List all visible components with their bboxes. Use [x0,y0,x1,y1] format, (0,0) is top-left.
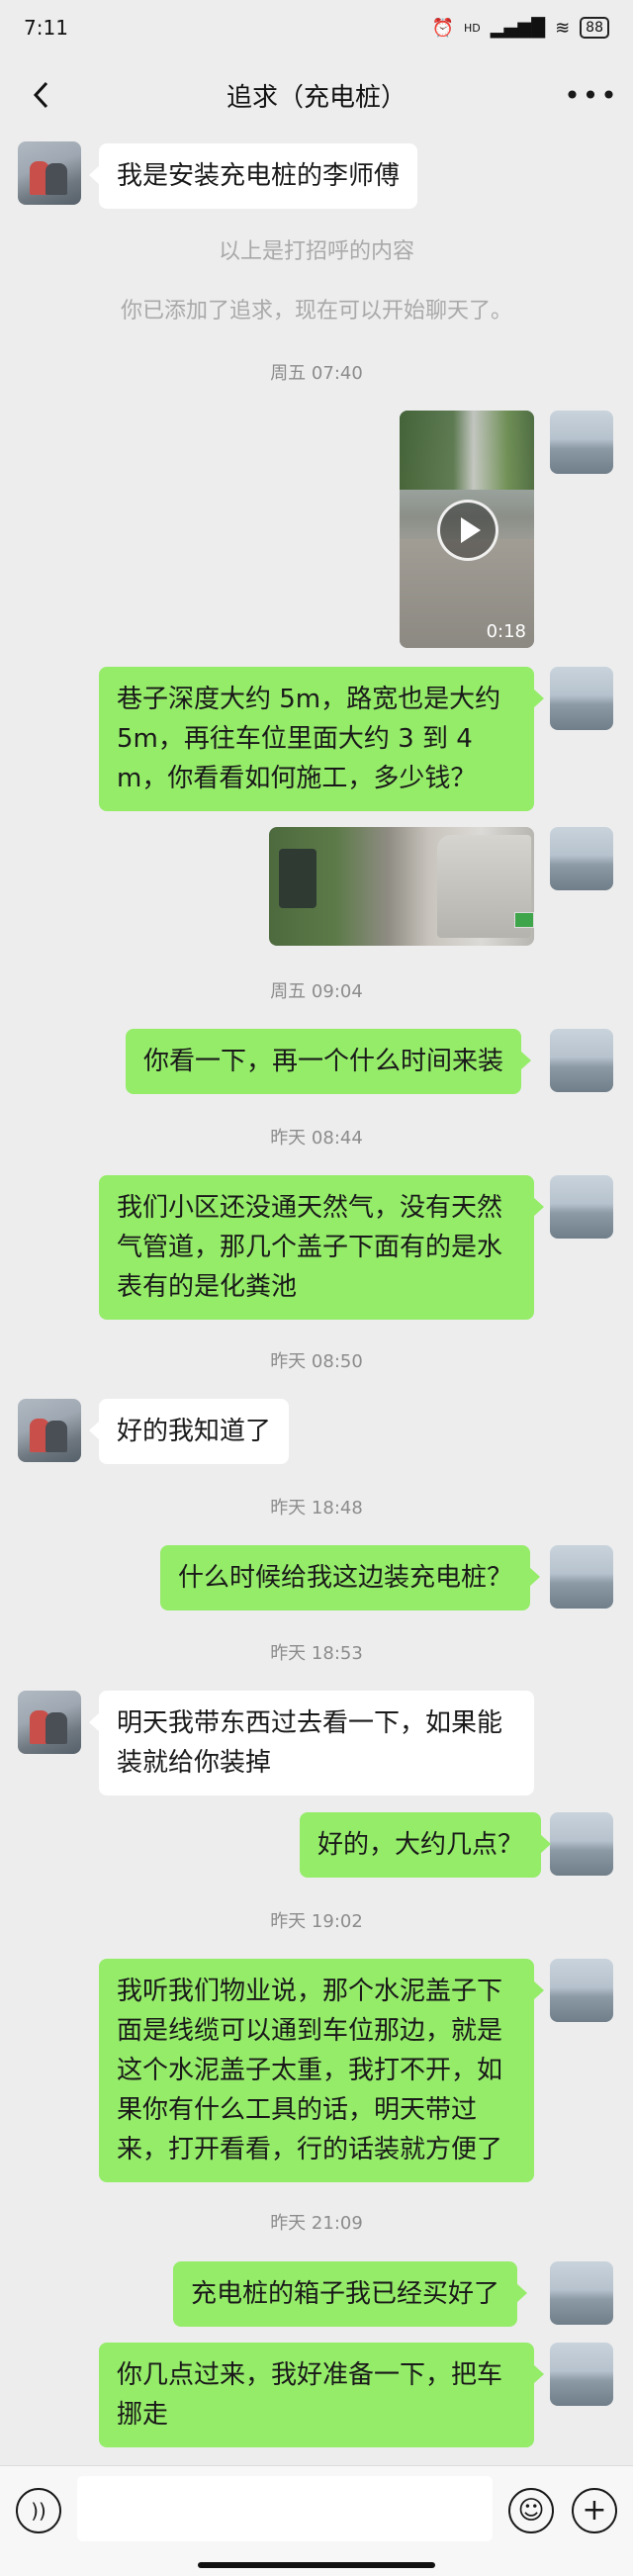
my-avatar[interactable] [550,1959,613,2022]
voice-icon: )) [31,2499,46,2523]
video-duration: 0:18 [486,621,526,642]
outgoing-message[interactable]: 我听我们物业说，那个水泥盖子下面是线缆可以通到车位那边，就是这个水泥盖子太重，我… [99,1959,544,2182]
outgoing-message[interactable]: 你几点过来，我好准备一下，把车挪走 [99,2343,544,2447]
outgoing-message[interactable]: 你看一下，再一个什么时间来装 [126,1029,532,1094]
outgoing-message[interactable]: 充电桩的箱子我已经买好了 [173,2261,528,2327]
timestamp: 昨天 19:02 [270,1911,363,1932]
incoming-message[interactable]: 我是安装充电桩的李师傅 [88,143,418,209]
my-avatar[interactable] [550,1029,613,1092]
plus-icon: + [582,2493,607,2528]
contact-avatar[interactable] [18,141,81,205]
message-input[interactable] [77,2476,493,2541]
my-avatar[interactable] [550,2343,613,2406]
home-indicator[interactable] [198,2562,435,2568]
outgoing-message[interactable]: 什么时候给我这边装充电桩？ [160,1545,541,1610]
contact-avatar[interactable] [18,1399,81,1462]
outgoing-message[interactable]: 好的，大约几点？ [300,1812,552,1878]
timestamp: 昨天 08:44 [270,1128,363,1149]
video-message[interactable]: 0:18 [400,411,534,648]
back-button[interactable] [20,73,63,117]
timestamp: 周五 09:04 [270,981,363,1002]
wifi-icon: ≋ [555,17,571,39]
chat-title: 追求（充电桩） [226,82,407,113]
my-avatar[interactable] [550,827,613,890]
more-actions-button[interactable]: + [572,2488,617,2533]
contact-avatar[interactable] [18,1691,81,1754]
timestamp: 昨天 18:48 [270,1498,363,1518]
signal-icon: ▂▄▆█ [490,17,546,39]
my-avatar[interactable] [550,1812,613,1876]
video-thumbnail-scene [400,411,534,490]
network-type-label: HD [463,21,481,35]
chat-header: 追求（充电桩） ••• [0,55,633,135]
outgoing-message[interactable]: 我们小区还没通天然气，没有天然气管道，那几个盖子下面有的是水表有的是化粪池 [99,1175,544,1320]
input-bar: )) ☺ + [0,2465,633,2576]
chevron-left-icon [33,81,48,109]
image-message[interactable] [269,827,534,946]
my-avatar[interactable] [550,411,613,474]
play-icon[interactable] [437,500,498,561]
voice-button[interactable]: )) [16,2488,61,2533]
system-message: 以上是打招呼的内容 [218,239,414,264]
more-dots-icon: ••• [564,78,619,112]
incoming-message[interactable]: 好的我知道了 [88,1399,290,1464]
timestamp: 昨天 18:53 [270,1643,363,1664]
timestamp: 周五 07:40 [270,363,363,384]
timestamp: 昨天 21:09 [270,2213,363,2234]
more-button[interactable]: ••• [564,73,617,117]
emoji-button[interactable]: ☺ [508,2488,554,2533]
my-avatar[interactable] [550,1175,613,1239]
alarm-icon: ⏰ [431,17,454,39]
battery-icon: 88 [580,17,609,39]
my-avatar[interactable] [550,2261,613,2325]
status-icons: ⏰ HD ▂▄▆█ ≋ 88 [432,17,609,39]
incoming-message[interactable]: 明天我带东西过去看一下，如果能装就给你装掉 [89,1691,534,1795]
my-avatar[interactable] [550,667,613,730]
my-avatar[interactable] [550,1545,613,1609]
photo-bin-shape [279,849,316,908]
status-bar: 7:11 ⏰ HD ▂▄▆█ ≋ 88 [0,0,633,55]
system-message: 你已添加了追求，现在可以开始聊天了。 [120,299,512,323]
status-time: 7:11 [24,16,68,40]
emoji-icon: ☺ [517,2496,545,2526]
photo-plate-shape [514,912,534,928]
timestamp: 昨天 08:50 [270,1351,363,1372]
outgoing-message[interactable]: 巷子深度大约 5m，路宽也是大约 5m，再往车位里面大约 3 到 4m，你看看如… [99,667,544,811]
